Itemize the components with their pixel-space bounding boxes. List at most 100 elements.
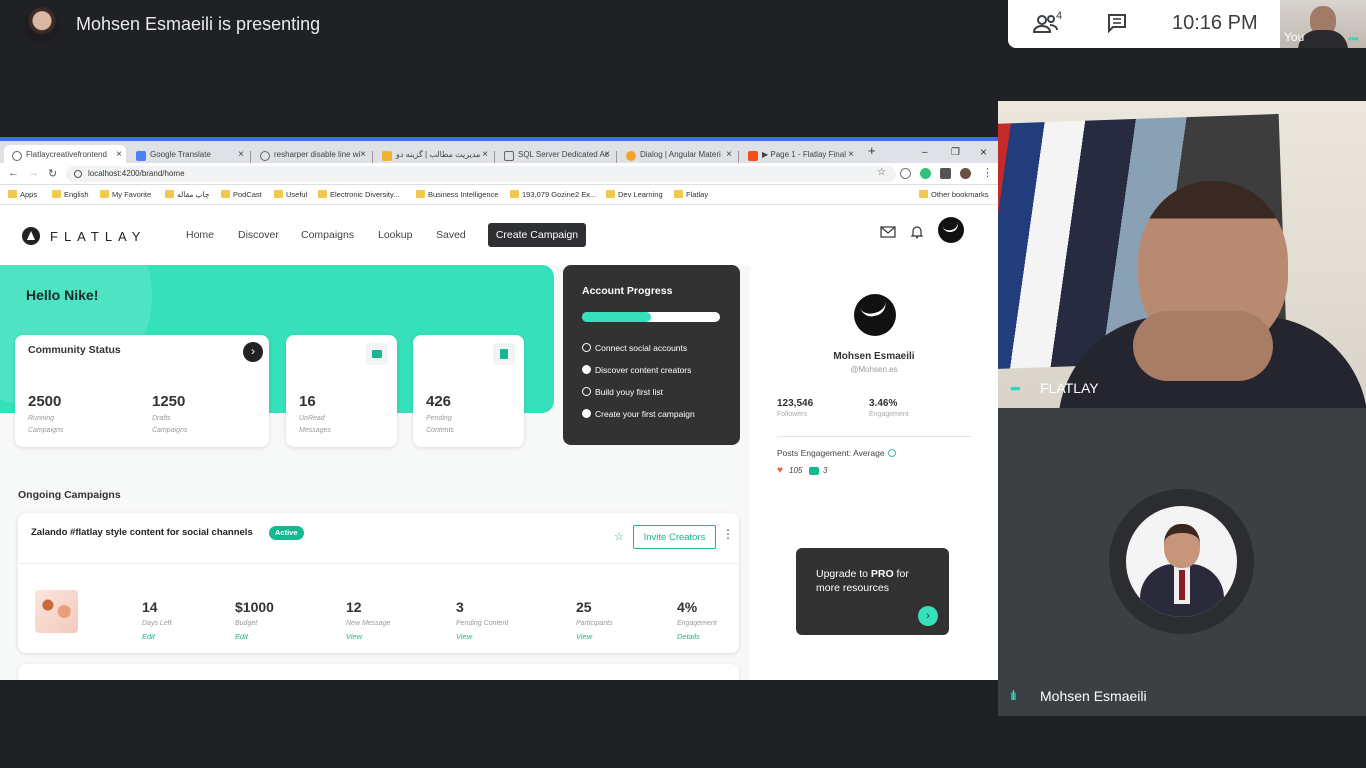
messages-card[interactable]: 16 UnRead Messages <box>286 335 397 447</box>
draft-campaigns-value: 1250 <box>152 393 186 410</box>
close-tab-icon[interactable]: × <box>604 149 610 160</box>
invite-creators-button[interactable]: Invite Creators <box>633 525 716 549</box>
task-connect-social[interactable]: Connect social accounts <box>582 343 687 353</box>
shared-screen: Flatlaycreativefrontend × Google Translat… <box>0 137 998 680</box>
home-icon <box>504 151 514 161</box>
check-circle-icon <box>582 365 591 374</box>
divider <box>777 436 971 437</box>
bookmark-other[interactable]: Other bookmarks <box>919 190 989 199</box>
check-circle-icon <box>582 409 591 418</box>
star-icon[interactable]: ☆ <box>614 530 624 543</box>
brand-logo-text[interactable]: FLATLAY <box>50 229 146 244</box>
self-video-tile[interactable]: You ••• <box>1280 0 1366 48</box>
bookmark-useful[interactable]: Useful <box>274 190 307 199</box>
bookmark-podcast[interactable]: PodCast <box>221 190 262 199</box>
bookmark-business-intelligence[interactable]: Business Intelligence <box>416 190 498 199</box>
bookmark-persian[interactable]: چاپ مقاله <box>165 190 209 199</box>
restore-button[interactable]: ❐ <box>951 147 960 158</box>
bookmark-star-icon[interactable]: ☆ <box>877 167 886 178</box>
nav-saved[interactable]: Saved <box>436 229 466 241</box>
extension-globe-icon[interactable] <box>900 168 911 179</box>
flatlay-logo-icon[interactable] <box>22 227 40 245</box>
url-field[interactable]: localhost:4200/brand/home ☆ <box>66 166 896 182</box>
browser-menu-icon[interactable]: ⋮ <box>982 166 993 179</box>
campaign-title[interactable]: Zalando #flatlay style content for socia… <box>31 527 253 538</box>
app-header: FLATLAY Home Discover Compaigns Lookup S… <box>0 205 750 265</box>
new-message-value: 12 <box>346 599 362 615</box>
engagement-rate-label: Engagement <box>869 411 909 418</box>
view-content-link[interactable]: View <box>456 632 472 641</box>
check-circle-icon <box>582 343 591 352</box>
upgrade-pro-card[interactable]: Upgrade to PRO for more resources › <box>796 548 949 635</box>
bookmark-my-favorite[interactable]: My Favorite <box>100 190 151 199</box>
close-tab-icon[interactable]: × <box>116 149 122 160</box>
chat-icon[interactable] <box>1106 12 1128 34</box>
edit-budget-link[interactable]: Edit <box>235 632 248 641</box>
view-messages-link[interactable]: View <box>346 632 362 641</box>
engagement-details-link[interactable]: Details <box>677 632 700 641</box>
budget-label: Budget <box>235 620 258 627</box>
copy-icon <box>493 343 515 365</box>
nav-home[interactable]: Home <box>186 229 214 241</box>
close-tab-icon[interactable]: × <box>482 149 488 160</box>
browser-tab-bar: Flatlaycreativefrontend × Google Translat… <box>0 137 998 167</box>
nike-logo-avatar <box>854 294 896 336</box>
close-tab-icon[interactable]: × <box>360 149 366 160</box>
account-avatar[interactable] <box>938 217 964 243</box>
create-campaign-button[interactable]: Create Campaign <box>488 223 586 247</box>
back-icon[interactable]: ← <box>8 167 19 179</box>
campaign-card: Zalando #flatlay style content for socia… <box>18 513 739 653</box>
participants-value: 25 <box>576 599 592 615</box>
pending-content-value: 3 <box>456 599 464 615</box>
close-tab-icon[interactable]: × <box>238 149 244 160</box>
engagement-rate-value: 3.46% <box>869 398 898 409</box>
arrow-right-icon[interactable]: › <box>918 606 938 626</box>
bell-icon[interactable] <box>909 225 925 239</box>
avatar-head <box>1164 524 1200 568</box>
bookmark-english[interactable]: English <box>52 190 89 199</box>
nav-campaigns[interactable]: Compaigns <box>301 229 354 241</box>
bookmark-apps[interactable]: Apps <box>8 190 37 199</box>
avatar-tie <box>1179 570 1185 600</box>
bookmark-flatlay[interactable]: Flatlay <box>674 190 708 199</box>
minimize-button[interactable]: – <box>922 147 928 158</box>
extension-grammarly-icon[interactable] <box>920 168 931 179</box>
contents-card[interactable]: 426 Pending Contents <box>413 335 524 447</box>
close-window-button[interactable]: × <box>980 145 987 159</box>
globe-icon <box>12 151 22 161</box>
video-tile-mohsen[interactable]: ılı Mohsen Esmaeili <box>998 408 1366 716</box>
running-campaigns-value: 2500 <box>28 393 62 410</box>
close-tab-icon[interactable]: × <box>848 149 854 160</box>
self-video-body <box>1298 30 1348 48</box>
task-create-campaign[interactable]: Create your first campaign <box>582 409 695 419</box>
close-tab-icon[interactable]: × <box>726 149 732 160</box>
reload-icon[interactable]: ↻ <box>48 167 57 180</box>
mail-icon[interactable] <box>880 225 896 239</box>
extensions-puzzle-icon[interactable] <box>940 168 951 179</box>
angular-icon <box>626 151 636 161</box>
bookmark-electronic-diversity[interactable]: Electronic Diversity... <box>318 190 399 199</box>
video-tile-flatlay[interactable]: ••• FLATLAY <box>998 101 1366 408</box>
tile-name-mohsen: Mohsen Esmaeili <box>1040 688 1147 704</box>
forward-icon[interactable]: → <box>28 167 39 179</box>
more-options-icon[interactable]: ⋮ <box>722 527 734 541</box>
bookmark-dev-learning[interactable]: Dev Learning <box>606 190 663 199</box>
running-label: Running Campaigns <box>28 415 64 434</box>
nav-discover[interactable]: Discover <box>238 229 279 241</box>
view-participants-link[interactable]: View <box>576 632 592 641</box>
followers-value: 123,546 <box>777 398 814 409</box>
edit-days-link[interactable]: Edit <box>142 632 155 641</box>
arrow-right-icon[interactable]: › <box>243 342 263 362</box>
bookmark-gozine2[interactable]: 193,079 Gozine2 Ex... <box>510 190 596 199</box>
new-tab-button[interactable]: + <box>868 143 876 158</box>
info-icon[interactable] <box>887 449 896 457</box>
site-info-icon[interactable] <box>74 170 82 178</box>
task-build-list[interactable]: Build youy first list <box>582 387 663 397</box>
profile-avatar-icon[interactable] <box>960 168 971 179</box>
profile-name: Mohsen Esmaeili <box>833 351 915 362</box>
campaign-thumbnail <box>35 590 78 633</box>
nav-lookup[interactable]: Lookup <box>378 229 412 241</box>
pending-content-label: Pending Content <box>456 620 509 627</box>
task-discover-creators[interactable]: Discover content creators <box>582 365 691 375</box>
next-campaign-card <box>18 664 739 680</box>
